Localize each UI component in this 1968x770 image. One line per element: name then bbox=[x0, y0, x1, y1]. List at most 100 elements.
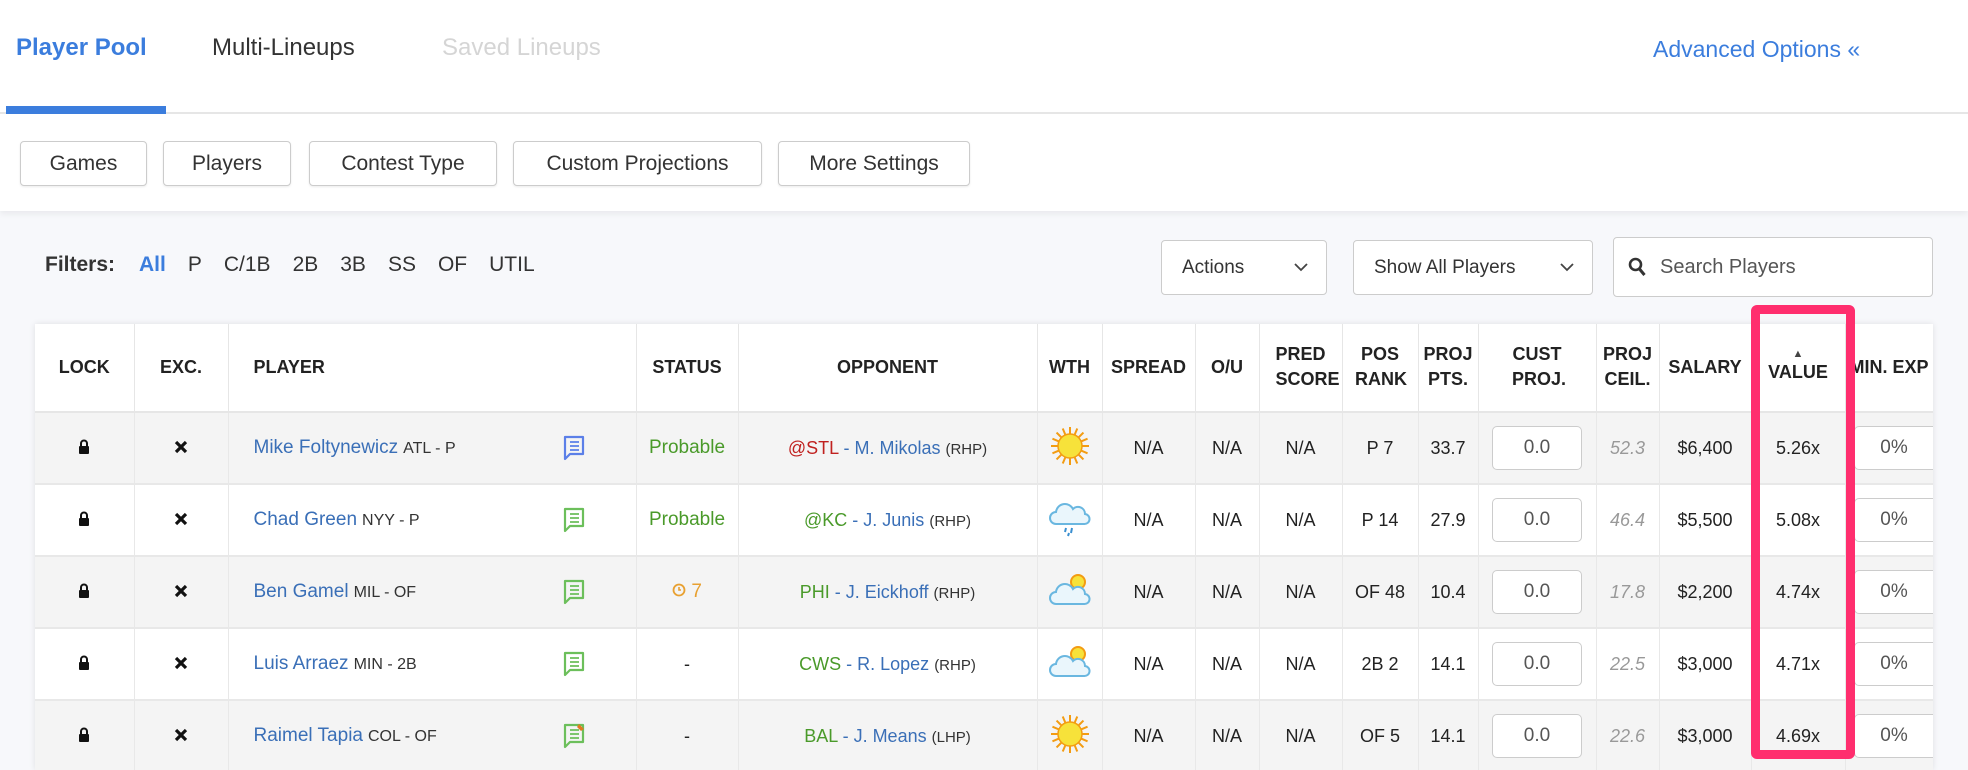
header-salary[interactable]: SALARY bbox=[1659, 324, 1752, 413]
opponent-pitcher-link[interactable]: R. Lopez bbox=[857, 654, 929, 674]
exclude-cell[interactable] bbox=[134, 412, 229, 485]
header-proj-ceil[interactable]: PROJ CEIL. bbox=[1596, 324, 1660, 413]
exclude-cell[interactable] bbox=[134, 700, 229, 770]
opponent-pitcher-link[interactable]: J. Eickhoff bbox=[846, 582, 929, 602]
tab-multi-lineups[interactable]: Multi-Lineups bbox=[212, 34, 355, 62]
opponent-pitcher-link[interactable]: M. Mikolas bbox=[854, 438, 940, 458]
spread-value: N/A bbox=[1133, 581, 1164, 602]
filters-label: Filters: bbox=[45, 253, 116, 276]
header-cust-proj[interactable]: CUST PROJ. bbox=[1478, 324, 1597, 413]
player-name-link[interactable]: Luis Arraez bbox=[254, 653, 349, 674]
filter-ss[interactable]: SS bbox=[388, 253, 416, 277]
table-cell: N/A bbox=[1259, 484, 1343, 557]
header-opponent[interactable]: OPPONENT bbox=[738, 324, 1038, 413]
more-settings-button[interactable]: More Settings bbox=[778, 141, 970, 186]
custom-projection-input[interactable]: 0.0 bbox=[1492, 498, 1582, 542]
lock-icon[interactable] bbox=[78, 511, 90, 526]
header-status[interactable]: STATUS bbox=[636, 324, 739, 413]
comment-icon[interactable] bbox=[562, 434, 588, 462]
search-input[interactable] bbox=[1660, 255, 1920, 279]
exclude-cell[interactable] bbox=[134, 628, 229, 701]
filter-of[interactable]: OF bbox=[438, 253, 467, 277]
exclude-cell[interactable] bbox=[134, 484, 229, 557]
tab-player-pool[interactable]: Player Pool bbox=[16, 34, 147, 62]
header-min-exp[interactable]: MIN. EXP bbox=[1845, 324, 1933, 413]
player-name-link[interactable]: Ben Gamel bbox=[254, 581, 349, 602]
header-proj-pts[interactable]: PROJ PTS. bbox=[1418, 324, 1479, 413]
filter-c1b[interactable]: C/1B bbox=[224, 253, 271, 277]
tab-saved-lineups[interactable]: Saved Lineups bbox=[442, 34, 601, 62]
header-spread[interactable]: SPREAD bbox=[1102, 324, 1196, 413]
table-cell: $2,200 bbox=[1659, 556, 1752, 629]
header-label: CUST PROJ. bbox=[1512, 344, 1567, 389]
custom-projection-input[interactable]: 0.0 bbox=[1492, 570, 1582, 614]
header-value[interactable]: ▲ VALUE bbox=[1751, 324, 1846, 413]
lock-cell[interactable] bbox=[35, 556, 135, 629]
lock-cell[interactable] bbox=[35, 484, 135, 557]
min-exposure-input[interactable] bbox=[1853, 426, 1932, 470]
actions-dropdown[interactable]: Actions bbox=[1161, 240, 1327, 295]
header-label: PROJ CEIL. bbox=[1602, 344, 1653, 389]
show-players-dropdown[interactable]: Show All Players bbox=[1353, 240, 1593, 295]
comment-icon[interactable] bbox=[562, 650, 588, 678]
player-name-link[interactable]: Mike Foltynewicz bbox=[254, 437, 399, 458]
lock-cell[interactable] bbox=[35, 628, 135, 701]
header-player[interactable]: PLAYER bbox=[228, 324, 637, 413]
opponent-pitcher-link[interactable]: J. Junis bbox=[863, 510, 924, 530]
players-button[interactable]: Players bbox=[163, 141, 291, 186]
exclude-icon[interactable] bbox=[174, 512, 188, 526]
games-button[interactable]: Games bbox=[20, 141, 147, 186]
salary-value: $2,200 bbox=[1677, 581, 1733, 602]
table-cell: N/A bbox=[1195, 700, 1260, 770]
table-row: Mike Foltynewicz ATL - P Probable @STL - M… bbox=[35, 412, 1933, 485]
table-cell: $6,400 bbox=[1659, 412, 1752, 485]
lock-icon[interactable] bbox=[78, 583, 90, 598]
lock-icon[interactable] bbox=[78, 439, 90, 454]
filter-3b[interactable]: 3B bbox=[340, 253, 366, 277]
comment-icon[interactable] bbox=[562, 578, 588, 606]
header-pos-rank[interactable]: POS RANK bbox=[1342, 324, 1419, 413]
custom-projection-input[interactable]: 0.0 bbox=[1492, 642, 1582, 686]
filter-p[interactable]: P bbox=[188, 253, 202, 277]
exclude-icon[interactable] bbox=[174, 584, 188, 598]
filter-util[interactable]: UTIL bbox=[489, 253, 535, 277]
header-lock[interactable]: LOCK bbox=[35, 324, 135, 413]
exclude-icon[interactable] bbox=[174, 440, 188, 454]
table-cell: 0.0 bbox=[1478, 628, 1597, 701]
min-exposure-input[interactable] bbox=[1853, 714, 1932, 758]
lock-icon[interactable] bbox=[78, 727, 90, 742]
header-exc[interactable]: EXC. bbox=[134, 324, 229, 413]
opponent-pitcher-link[interactable]: J. Means bbox=[854, 726, 927, 746]
header-pred-score[interactable]: PRED SCORE bbox=[1259, 324, 1343, 413]
partly-cloudy-weather-icon bbox=[1048, 645, 1091, 677]
header-ou[interactable]: O/U bbox=[1195, 324, 1260, 413]
custom-projection-input[interactable]: 0.0 bbox=[1492, 714, 1582, 758]
min-exposure-input[interactable] bbox=[1853, 642, 1932, 686]
min-exposure-input[interactable] bbox=[1853, 498, 1932, 542]
opponent-cell: @KC - J. Junis (RHP) bbox=[738, 484, 1038, 557]
sort-ascending-icon: ▲ bbox=[1792, 348, 1804, 360]
player-name-link[interactable]: Chad Green bbox=[254, 509, 358, 530]
contest-type-button[interactable]: Contest Type bbox=[309, 141, 497, 186]
active-tab-indicator bbox=[6, 106, 166, 114]
comment-icon[interactable] bbox=[562, 506, 588, 534]
lock-cell[interactable] bbox=[35, 700, 135, 770]
custom-projections-button[interactable]: Custom Projections bbox=[513, 141, 762, 186]
min-exposure-input[interactable] bbox=[1853, 570, 1932, 614]
exclude-icon[interactable] bbox=[174, 728, 188, 742]
filter-2b[interactable]: 2B bbox=[293, 253, 319, 277]
advanced-options-link[interactable]: Advanced Options « bbox=[1653, 36, 1860, 63]
header-wth[interactable]: WTH bbox=[1037, 324, 1103, 413]
search-box bbox=[1613, 237, 1933, 297]
exclude-icon[interactable] bbox=[174, 656, 188, 670]
lock-icon[interactable] bbox=[78, 655, 90, 670]
player-cell: Luis Arraez MIN - 2B bbox=[228, 628, 637, 701]
opponent-team: @KC bbox=[804, 509, 848, 530]
comment-edit-icon[interactable] bbox=[562, 722, 588, 750]
pos-rank-value: OF 48 bbox=[1354, 581, 1406, 602]
filter-all[interactable]: All bbox=[139, 253, 166, 277]
custom-projection-input[interactable]: 0.0 bbox=[1492, 426, 1582, 470]
lock-cell[interactable] bbox=[35, 412, 135, 485]
exclude-cell[interactable] bbox=[134, 556, 229, 629]
player-name-link[interactable]: Raimel Tapia bbox=[254, 725, 363, 746]
